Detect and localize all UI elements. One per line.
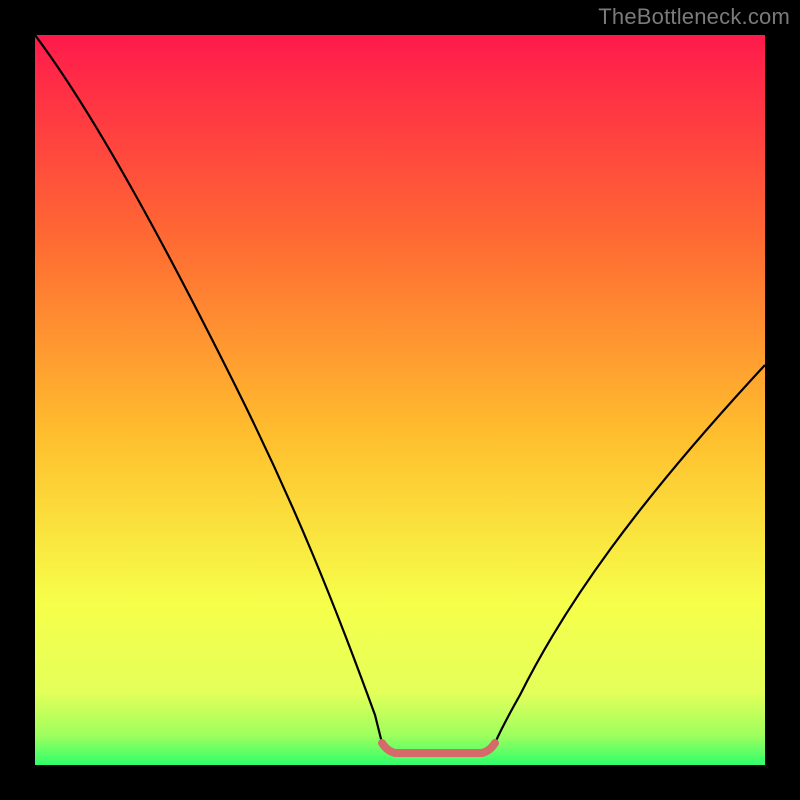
plot-area (35, 35, 765, 765)
floor-bracket (382, 743, 495, 753)
curve-left-branch (35, 35, 382, 743)
curve-right-branch (495, 365, 765, 743)
plot-curves (35, 35, 765, 765)
chart-frame: TheBottleneck.com (0, 0, 800, 800)
watermark-text: TheBottleneck.com (598, 4, 790, 30)
